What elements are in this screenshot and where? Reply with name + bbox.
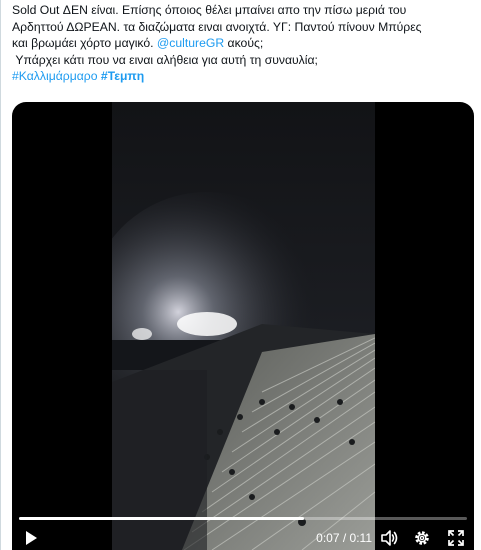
tweet-line-4-text: Υπάρχει κάτι που να ειναι αλήθεια για αυ…	[15, 52, 318, 67]
video-controls: 0:07 / 0:11	[12, 516, 474, 550]
tweet-line-4: Υπάρχει κάτι που να ειναι αλήθεια για αυ…	[12, 52, 474, 69]
progress-fill	[19, 517, 304, 520]
time-separator: /	[339, 531, 350, 545]
tweet-line-1: Sold Out ΔΕΝ είναι. Επίσης όποιος θέλει …	[12, 3, 407, 17]
video-player[interactable]: 0:07 / 0:11	[12, 102, 474, 550]
timeline-border	[0, 0, 1, 550]
hashtag-link-bold[interactable]: #Τεμπη	[101, 69, 144, 83]
fullscreen-icon[interactable]	[446, 528, 466, 548]
tweet-line-3: και βρωμάει χόρτο μαγικό. @cultureGR ακο…	[12, 35, 474, 52]
tweet-line-3-end: ακούς;	[227, 36, 264, 50]
hashtag-line: #Καλλιμάρμαρο #Τεμπη	[12, 68, 474, 85]
duration: 0:11	[349, 531, 372, 545]
play-icon[interactable]	[24, 530, 38, 546]
tweet-line-3-text: και βρωμάει χόρτο μαγικό.	[12, 36, 154, 50]
mention-link[interactable]: @cultureGR	[157, 36, 224, 50]
progress-bar[interactable]	[19, 517, 467, 520]
hashtag-link[interactable]: #Καλλιμάρμαρο	[12, 69, 97, 83]
tweet-text: Sold Out ΔΕΝ είναι. Επίσης όποιος θέλει …	[12, 2, 474, 85]
video-frame[interactable]	[112, 102, 375, 550]
gear-icon[interactable]	[412, 528, 432, 548]
volume-icon[interactable]	[379, 528, 399, 548]
video-time: 0:07 / 0:11	[316, 531, 372, 545]
video-still	[112, 102, 375, 550]
current-time: 0:07	[316, 531, 340, 545]
tweet-line-2: Αρδηττού ΔΩΡΕΑΝ. τα διαζώματα ειναι ανοι…	[12, 19, 422, 34]
